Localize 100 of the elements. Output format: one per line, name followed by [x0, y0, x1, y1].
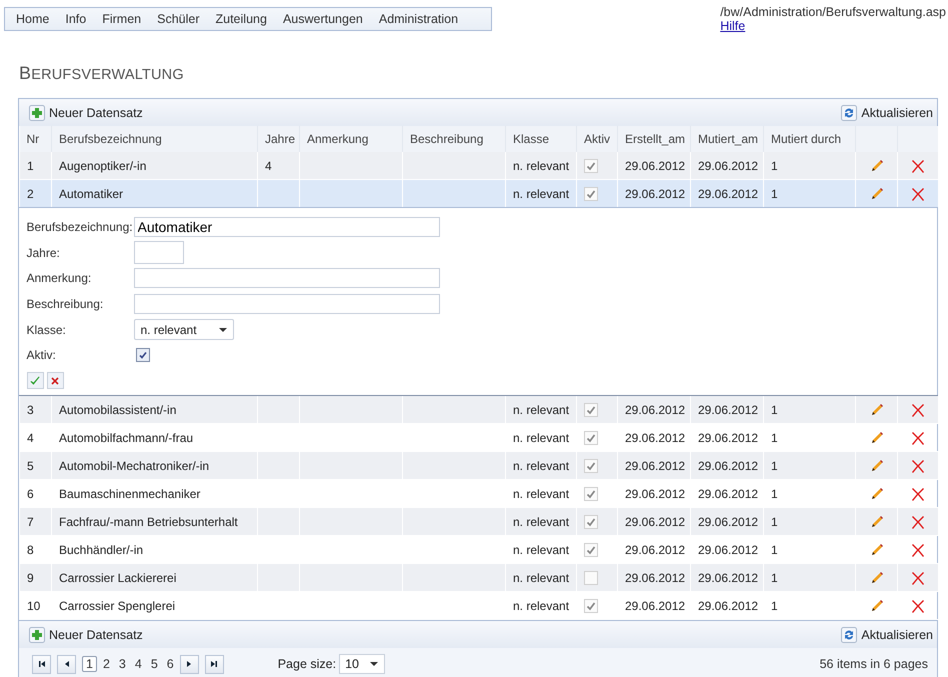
column-header[interactable]: Erstellt_am — [618, 126, 690, 152]
modified-by: 1 — [771, 402, 778, 417]
created-date: 29.06.2012 — [625, 458, 686, 473]
pager-summary: 56 items in 6 pages — [820, 657, 928, 672]
delete-icon[interactable] — [910, 570, 926, 586]
delete-icon[interactable] — [910, 158, 926, 174]
help-link[interactable]: Hilfe — [720, 19, 746, 33]
profession-name: Buchhändler/-in — [59, 542, 144, 557]
column-header[interactable]: Mutiert_am — [690, 126, 764, 152]
class-value: n. relevant — [513, 158, 570, 172]
first-page-icon — [36, 659, 46, 670]
page-title: BERUFSVERWALTUNG — [19, 63, 185, 85]
next-page-button[interactable] — [180, 654, 199, 674]
created-date: 29.06.2012 — [625, 570, 686, 585]
caret-icon — [218, 328, 226, 332]
save-button[interactable] — [26, 372, 44, 390]
profession-name: Carrossier Spenglerei — [59, 598, 176, 613]
row-number: 7 — [27, 514, 34, 529]
table-row[interactable]: 2 Automatiker n. relevant 29.06.2012 29.06.2012 1 — [20, 180, 938, 208]
field-label: Anmerkung: — [26, 271, 92, 286]
modified-by: 1 — [771, 186, 778, 200]
page-link[interactable]: 5 — [148, 657, 161, 672]
profession-name: Automatiker — [59, 186, 124, 200]
modified-date: 29.06.2012 — [698, 570, 758, 585]
refresh-button[interactable]: Aktualisieren — [841, 624, 933, 645]
text-field[interactable] — [134, 268, 440, 288]
menu-item[interactable]: Firmen — [97, 12, 152, 26]
modified-by: 1 — [771, 158, 778, 172]
column-header[interactable]: Berufsbezeichnung — [52, 126, 258, 152]
last-page-button[interactable] — [204, 654, 224, 674]
profession-name: Fachfrau/-mann Betriebsunterhalt — [59, 514, 238, 529]
delete-icon[interactable] — [910, 430, 926, 446]
new-record-button[interactable]: Neuer Datensatz — [29, 624, 143, 645]
years-field[interactable] — [134, 241, 184, 264]
cancel-button[interactable] — [46, 372, 64, 390]
column-header[interactable]: Nr — [20, 126, 52, 152]
modified-date: 29.06.2012 — [698, 458, 758, 473]
delete-icon[interactable] — [910, 186, 926, 202]
refresh-icon — [841, 626, 858, 643]
page-link[interactable]: 3 — [116, 657, 129, 672]
refresh-button[interactable]: Aktualisieren — [841, 102, 933, 122]
column-header[interactable]: Beschreibung — [402, 126, 506, 152]
column-header[interactable]: Jahre — [258, 126, 300, 152]
column-header[interactable]: Mutiert durch — [764, 126, 856, 152]
page-size-dropdown[interactable]: 10 — [339, 654, 386, 674]
field-label: Aktiv: — [26, 348, 57, 362]
delete-icon[interactable] — [910, 542, 926, 558]
created-date: 29.06.2012 — [625, 186, 686, 200]
delete-icon[interactable] — [910, 486, 926, 502]
menu-item[interactable]: Schüler — [152, 12, 210, 26]
profession-name: Baumaschinenmechaniker — [59, 486, 200, 501]
modified-date: 29.06.2012 — [698, 542, 758, 557]
menu-item[interactable]: Administration — [374, 12, 470, 26]
field-label: Jahre: — [26, 246, 61, 260]
column-header[interactable]: Anmerkung — [300, 126, 402, 152]
column-header[interactable]: Klasse — [506, 126, 576, 152]
table-row[interactable]: 7 Fachfrau/-mann Betriebsunterhalt n. relevant 29.06.2012 29.06.2012 1 — [20, 508, 938, 536]
table-row[interactable]: 1 Augenoptiker/-in 4 n. relevant 29.06.2012 29.06.2012 1 — [20, 152, 938, 180]
delete-icon[interactable] — [910, 514, 926, 530]
modified-date: 29.06.2012 — [698, 514, 758, 529]
close-icon — [49, 374, 61, 387]
menu-item[interactable]: Auswertungen — [278, 12, 374, 26]
text-field[interactable]: Automatiker — [134, 216, 440, 237]
modified-date: 29.06.2012 — [698, 186, 758, 200]
table-row[interactable]: 9 Carrossier Lackiererei n. relevant 29.06.2012 29.06.2012 1 — [20, 564, 938, 592]
modified-by: 1 — [771, 458, 778, 473]
column-header[interactable]: Aktiv — [576, 126, 618, 152]
modified-date: 29.06.2012 — [698, 402, 758, 417]
page-link[interactable]: 4 — [132, 657, 145, 672]
created-date: 29.06.2012 — [625, 158, 686, 172]
check-icon — [136, 349, 148, 362]
active-checkbox[interactable] — [136, 348, 150, 362]
text-field[interactable] — [134, 294, 440, 314]
modified-date: 29.06.2012 — [698, 158, 758, 172]
row-number: 2 — [27, 186, 34, 200]
class-dropdown[interactable]: n. relevant — [134, 319, 234, 340]
table-row[interactable]: 3 Automobilassistent/-in n. relevant 29.06.2012 29.06.2012 1 — [20, 396, 938, 424]
page-link[interactable]: 6 — [164, 657, 177, 672]
modified-by: 1 — [771, 514, 778, 529]
previous-page-button[interactable] — [57, 654, 76, 674]
delete-icon[interactable] — [910, 598, 926, 614]
menu-item[interactable]: Home — [11, 12, 60, 26]
page-path: /bw/Administration/Berufsverwaltung.asp — [720, 5, 946, 19]
menu-item[interactable]: Zuteilung — [210, 12, 278, 26]
field-label: Berufsbezeichnung: — [26, 220, 134, 234]
row-number: 5 — [27, 458, 34, 473]
created-date: 29.06.2012 — [625, 598, 686, 613]
class-value: n. relevant — [513, 598, 570, 613]
created-date: 29.06.2012 — [625, 542, 686, 557]
field-label: Beschreibung: — [26, 296, 104, 311]
page-link[interactable]: 2 — [100, 657, 113, 672]
delete-icon[interactable] — [910, 402, 926, 418]
new-record-button[interactable]: Neuer Datensatz — [29, 102, 143, 122]
modified-by: 1 — [771, 542, 778, 557]
delete-icon[interactable] — [910, 458, 926, 474]
menu-item[interactable]: Info — [60, 12, 98, 26]
page-link[interactable]: 1 — [82, 656, 97, 672]
first-page-button[interactable] — [32, 654, 51, 674]
table-row[interactable]: 5 Automobil-Mechatroniker/-in n. relevant 29.06.2012 29.06.2012 1 — [20, 452, 938, 480]
page-size-label: Page size: — [278, 657, 336, 672]
